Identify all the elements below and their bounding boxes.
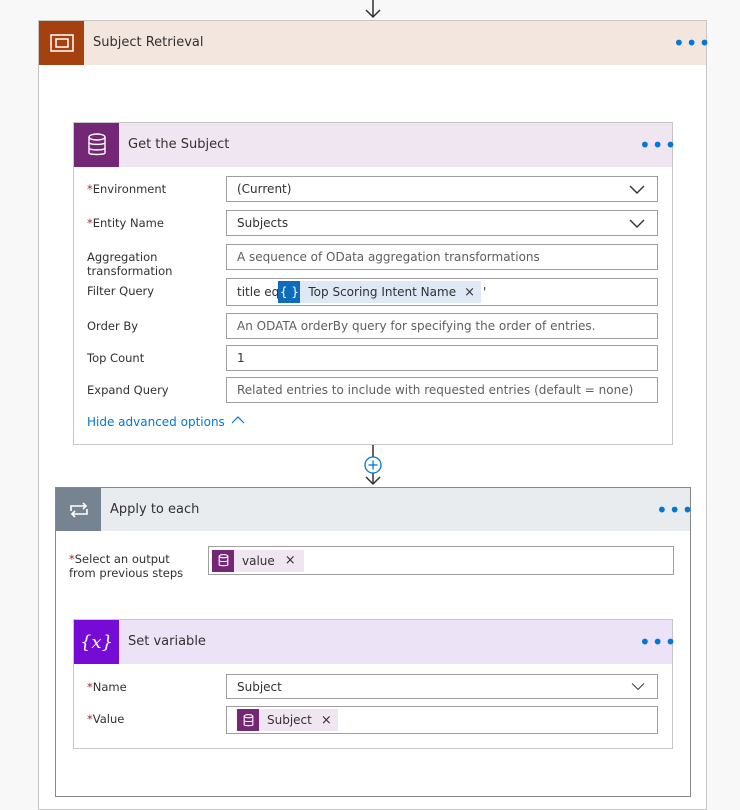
scope-header[interactable]: Subject Retrieval ••• [39, 21, 710, 65]
scope-title: Subject Retrieval [93, 35, 204, 50]
select-output-input[interactable]: value × [208, 546, 674, 575]
chevron-down-icon [629, 185, 645, 194]
expression-icon: { } [278, 281, 301, 303]
scope-icon [39, 21, 84, 65]
database-icon [237, 709, 259, 731]
variable-icon: {x} [74, 620, 119, 664]
filter-query-input[interactable]: title eq ' { } Top Scoring Intent Name ×… [226, 278, 658, 306]
name-label: *Name [87, 680, 127, 694]
aggregation-label: Aggregation transformation [87, 250, 173, 278]
order-by-placeholder: An ODATA orderBy query for specifying th… [237, 319, 596, 333]
value-token[interactable]: value × [212, 549, 304, 572]
chevron-up-icon [231, 416, 245, 424]
entity-name-label: *Entity Name [87, 216, 164, 230]
subject-token[interactable]: Subject × [237, 709, 338, 731]
set-variable-title: Set variable [128, 634, 206, 649]
top-count-value: 1 [237, 351, 245, 365]
chevron-down-icon [631, 683, 645, 691]
order-by-label: Order By [87, 319, 139, 333]
environment-dropdown[interactable]: (Current) [226, 176, 658, 202]
chevron-down-icon [629, 219, 645, 228]
database-icon [74, 123, 119, 167]
database-icon [212, 549, 234, 572]
apply-to-each-title: Apply to each [110, 502, 200, 517]
apply-to-each-header[interactable]: Apply to each ••• [56, 488, 693, 531]
name-dropdown[interactable]: Subject [226, 674, 658, 699]
remove-token-icon[interactable]: × [285, 553, 296, 568]
name-value: Subject [237, 679, 282, 694]
filter-query-suffix: ' [482, 285, 487, 299]
order-by-input[interactable]: An ODATA orderBy query for specifying th… [226, 313, 658, 339]
loop-icon [56, 488, 101, 531]
value-label: *Value [87, 712, 125, 726]
aggregation-input[interactable]: A sequence of OData aggregation transfor… [226, 244, 658, 270]
aggregation-placeholder: A sequence of OData aggregation transfor… [237, 250, 540, 264]
top-count-input[interactable]: 1 [226, 345, 658, 371]
connector-arrow-down-icon [365, 0, 381, 19]
expand-query-input[interactable]: Related entries to include with requeste… [226, 377, 658, 403]
filter-query-label: Filter Query [87, 284, 155, 298]
add-step-plus-icon[interactable] [364, 456, 382, 474]
action-header[interactable]: Get the Subject ••• [74, 123, 676, 167]
action-card-set-variable: {x} Set variable ••• *Name Subject *Valu… [73, 619, 676, 749]
action-title: Get the Subject [128, 137, 230, 152]
set-variable-header[interactable]: {x} Set variable ••• [74, 620, 676, 664]
value-input[interactable]: Subject × [226, 706, 658, 734]
action-card-get-the-subject: Get the Subject ••• *Environment (Curren… [73, 122, 676, 445]
apply-to-each-menu-icon[interactable]: ••• [656, 500, 694, 520]
action-menu-icon[interactable]: ••• [639, 135, 677, 155]
select-output-label: *Select an output from previous steps [69, 552, 184, 580]
top-count-label: Top Count [87, 351, 145, 365]
remove-token-icon[interactable]: × [464, 285, 475, 300]
scope-menu-icon[interactable]: ••• [673, 33, 711, 53]
environment-label: *Environment [87, 182, 167, 196]
expression-token[interactable]: { } Top Scoring Intent Name × [278, 281, 481, 303]
hide-advanced-options-link[interactable]: Hide advanced options [87, 415, 245, 429]
entity-name-value: Subjects [237, 216, 289, 230]
expand-query-placeholder: Related entries to include with requeste… [237, 383, 634, 397]
set-variable-menu-icon[interactable]: ••• [639, 632, 677, 652]
expand-query-label: Expand Query [87, 383, 169, 397]
environment-value: (Current) [237, 182, 292, 196]
remove-token-icon[interactable]: × [321, 713, 332, 728]
entity-name-dropdown[interactable]: Subjects [226, 210, 658, 236]
